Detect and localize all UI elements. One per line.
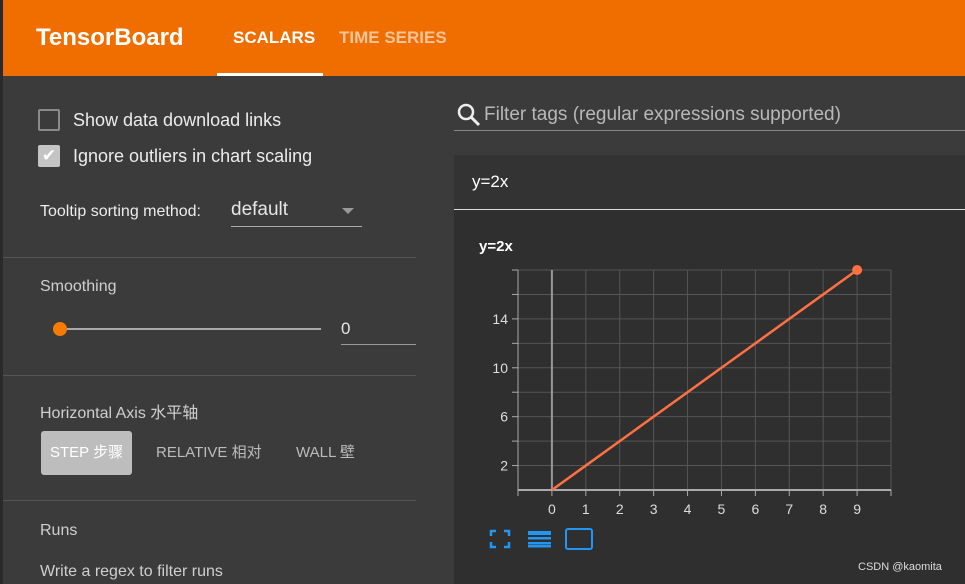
axis-relative-button[interactable]: RELATIVE 相对 (156, 431, 262, 475)
window-border (0, 0, 3, 584)
x-tick-label: 8 (819, 501, 827, 517)
fit-domain-icon (565, 528, 593, 550)
line-chart[interactable]: 0 1 2 3 4 5 6 7 8 9 2 6 10 14 (454, 155, 965, 584)
smoothing-slider-track[interactable] (60, 328, 321, 330)
smoothing-input[interactable]: 0 (341, 312, 416, 345)
show-download-links-label[interactable]: Show data download links (73, 110, 281, 131)
last-point-marker (852, 265, 863, 275)
x-tick-label: 2 (616, 501, 624, 517)
x-tick-label: 5 (718, 501, 726, 517)
axis-step-button[interactable]: STEP 步骤 (41, 431, 133, 475)
smoothing-label: Smoothing (40, 278, 117, 295)
x-tick-label: 1 (582, 501, 590, 517)
ignore-outliers-checkbox[interactable]: ✔ (38, 145, 60, 167)
divider (3, 500, 416, 501)
tab-time-series[interactable]: TIME SERIES (339, 28, 447, 48)
search-icon (457, 103, 481, 127)
tooltip-sorting-value: default (231, 199, 289, 220)
toggle-log-scale-icon (528, 531, 551, 535)
runs-filter-input[interactable]: Write a regex to filter runs (40, 563, 223, 581)
horizontal-axis-label: Horizontal Axis 水平轴 (40, 405, 199, 422)
toggle-log-scale-icon (528, 545, 551, 548)
smoothing-slider-handle[interactable] (53, 322, 67, 336)
series-line (551, 268, 858, 492)
y-tick-label: 6 (500, 409, 508, 425)
show-download-links-checkbox[interactable] (38, 109, 60, 131)
chart-card: y=2x y=2x 0 1 2 3 4 5 6 7 8 9 2 6 10 14 (454, 155, 965, 584)
runs-label: Runs (40, 522, 78, 539)
toggle-log-scale-icon (528, 542, 551, 545)
y-tick-label: 10 (492, 360, 508, 376)
x-tick-label: 9 (853, 501, 861, 517)
x-tick-label: 0 (548, 501, 556, 517)
x-tick-label: 6 (751, 501, 759, 517)
active-tab-indicator (217, 73, 323, 76)
x-tick-label: 4 (684, 501, 692, 517)
tab-scalars[interactable]: SCALARS (233, 28, 315, 48)
ignore-outliers-label[interactable]: Ignore outliers in chart scaling (73, 146, 312, 167)
divider (3, 257, 416, 258)
y-tick-label: 2 (500, 458, 508, 474)
divider (3, 375, 416, 376)
dropdown-arrow-icon (342, 208, 354, 214)
filter-tags-input[interactable]: Filter tags (regular expressions support… (454, 97, 965, 131)
tooltip-sorting-label: Tooltip sorting method: (40, 203, 201, 220)
axis-wall-button[interactable]: WALL 壁 (296, 431, 355, 475)
app-title: TensorBoard (36, 24, 184, 51)
watermark: CSDN @kaomita (858, 561, 942, 573)
x-tick-label: 7 (785, 501, 793, 517)
filter-tags-placeholder: Filter tags (regular expressions support… (484, 104, 841, 125)
x-tick-label: 3 (650, 501, 658, 517)
top-bar: TensorBoard SCALARS TIME SERIES (3, 0, 965, 76)
toggle-log-scale-icon (528, 537, 551, 540)
y-tick-label: 14 (492, 311, 508, 327)
check-icon: ✔ (41, 146, 57, 165)
fullscreen-icon (489, 529, 511, 549)
tooltip-sorting-select[interactable]: default (231, 196, 362, 227)
